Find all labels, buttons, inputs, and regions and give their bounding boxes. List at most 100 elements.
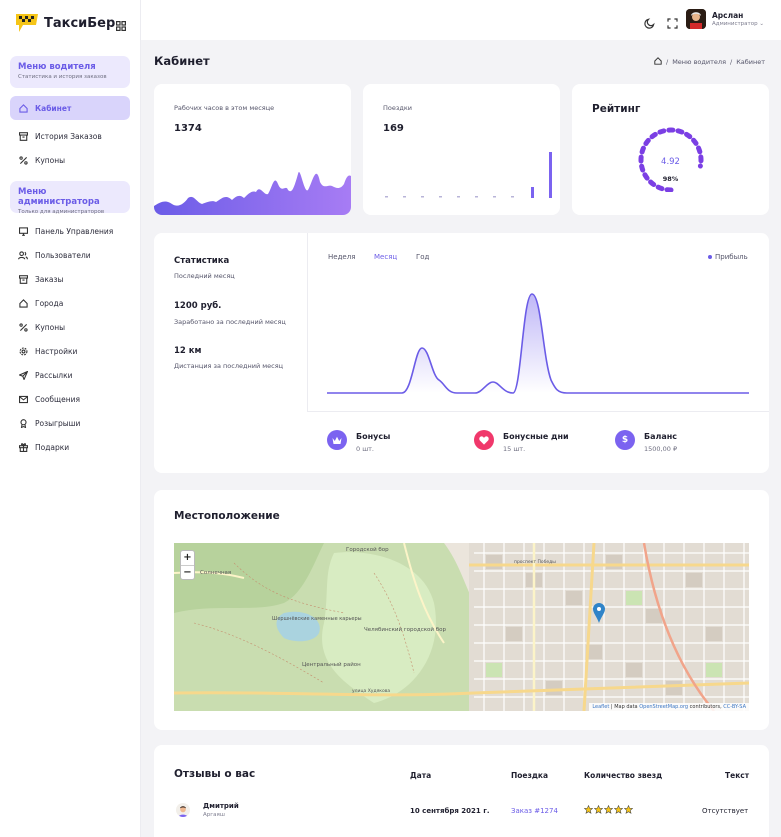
sidebar-item-label: Рассылки — [35, 370, 73, 380]
rating-percent: 98% — [662, 175, 679, 183]
statistics-card: Статистика Последний месяц 1200 руб. Зар… — [154, 233, 769, 473]
column-header-stars: Количество звезд — [584, 771, 663, 780]
legend-label: Прибыль — [715, 253, 748, 261]
tab-week[interactable]: Неделя — [328, 253, 355, 261]
reviewer-city: Аргаяш — [203, 812, 225, 818]
map-label: Шершнёвские каменные карьеры — [272, 616, 362, 622]
moon-icon[interactable] — [644, 14, 655, 29]
sidebar-item-label: Кабинет — [35, 103, 72, 113]
tab-month[interactable]: Месяц — [374, 253, 397, 261]
attribution-text: | Map data — [609, 704, 640, 710]
admin-menu-subtitle: Только для администраторов — [18, 209, 105, 215]
divider — [307, 411, 769, 412]
license-link[interactable]: CC-BY-SA — [723, 704, 746, 710]
bonuses-feature[interactable]: Бонусы 0 шт. — [327, 430, 390, 453]
leaflet-link[interactable]: Leaflet — [592, 704, 609, 710]
sidebar-item-orders[interactable]: Заказы — [10, 269, 130, 289]
sidebar-item-label: Подарки — [35, 442, 70, 452]
sidebar-item-users[interactable]: Пользователи — [10, 245, 130, 265]
chart-legend: Прибыль — [708, 253, 748, 261]
review-trip-link[interactable]: Заказ #1274 — [511, 807, 558, 815]
crown-icon — [327, 430, 347, 450]
sidebar-item-coupons[interactable]: Купоны — [10, 150, 130, 170]
grid-menu-icon[interactable] — [116, 16, 127, 32]
sidebar-item-mailings[interactable]: Рассылки — [10, 365, 130, 385]
sidebar-item-admin-coupons[interactable]: Купоны — [10, 317, 130, 337]
feature-sub: 15 шт. — [503, 445, 526, 453]
sidebar-item-settings[interactable]: Настройки — [10, 341, 130, 361]
dollar-icon: $ — [615, 430, 635, 450]
user-name[interactable]: Арслан — [712, 11, 743, 20]
star-icon — [614, 805, 623, 814]
avatar — [176, 803, 190, 817]
breadcrumb: / Меню водителя / Кабинет — [654, 57, 765, 67]
sidebar: ТаксиБер Меню водителя Статистика и исто… — [0, 0, 141, 837]
profit-chart — [327, 293, 749, 394]
home-icon[interactable] — [654, 57, 662, 67]
attribution-text: contributors, — [688, 704, 724, 710]
feature-title: Баланс — [644, 432, 678, 441]
star-icon — [594, 805, 603, 814]
hours-value: 1374 — [174, 123, 202, 134]
trips-value: 169 — [383, 123, 404, 134]
hours-card: Рабочих часов в этом месяце 1374 — [154, 84, 351, 215]
sidebar-item-label: Купоны — [35, 155, 66, 165]
send-icon — [18, 370, 28, 380]
sidebar-item-label: Пользователи — [35, 250, 91, 260]
percent-icon — [18, 155, 28, 165]
fullscreen-icon[interactable] — [667, 14, 678, 29]
feature-title: Бонусы — [356, 432, 391, 441]
sidebar-item-gifts[interactable]: Подарки — [10, 437, 130, 457]
column-header-trip: Поездка — [511, 771, 549, 780]
divider — [307, 233, 308, 411]
map[interactable]: Городской бор Солнечная Шершнёвские каме… — [174, 543, 749, 711]
driver-menu-title: Меню водителя — [18, 62, 96, 72]
mail-icon — [18, 394, 28, 404]
zoom-in-button[interactable]: + — [181, 551, 194, 565]
star-icon — [604, 805, 613, 814]
sidebar-item-label: Настройки — [35, 346, 78, 356]
map-label: проспект Победы — [514, 559, 556, 565]
rating-card: Рейтинг 4.92 98% — [572, 84, 769, 215]
distance-label: Дистанция за последний месяц — [174, 362, 284, 370]
home-icon — [18, 298, 28, 308]
sidebar-item-messages[interactable]: Сообщения — [10, 389, 130, 409]
sidebar-item-dashboard[interactable]: Панель Управления — [10, 221, 130, 241]
map-label: Челябинский городской бор — [364, 626, 446, 633]
percent-icon — [18, 322, 28, 332]
gear-icon — [18, 346, 28, 356]
osm-link[interactable]: OpenStreetMap.org — [639, 704, 688, 710]
review-stars — [584, 805, 633, 814]
map-label: Солнечная — [200, 570, 231, 576]
tab-year[interactable]: Год — [416, 253, 429, 261]
award-icon — [18, 418, 28, 428]
sidebar-item-order-history[interactable]: История Заказов — [10, 126, 130, 146]
distance-value: 12 км — [174, 346, 202, 356]
breadcrumb-parent[interactable]: Меню водителя — [672, 58, 726, 66]
sidebar-item-giveaways[interactable]: Розыгрыши — [10, 413, 130, 433]
stats-title: Статистика — [174, 256, 230, 266]
sidebar-item-cabinet[interactable]: Кабинет — [10, 96, 130, 120]
reviews-card: Отзывы о вас Дата Поездка Количество зве… — [154, 745, 769, 837]
admin-menu-header: Меню администратора Только для администр… — [10, 181, 130, 215]
user-role[interactable]: Администратор ⌄ — [712, 21, 764, 27]
bonus-days-feature[interactable]: Бонусные дни 15 шт. — [474, 430, 569, 453]
map-zoom-controls: + − — [180, 550, 195, 580]
feature-title: Бонусные дни — [503, 432, 569, 441]
zoom-out-button[interactable]: − — [181, 565, 194, 579]
balance-feature[interactable]: $ Баланс 1500,00 ₽ — [615, 430, 677, 453]
topbar: Арслан Администратор ⌄ — [141, 0, 781, 40]
map-tiles: Городской бор Солнечная Шершнёвские каме… — [174, 543, 749, 711]
page-title: Кабинет — [154, 54, 210, 68]
rating-title: Рейтинг — [592, 103, 641, 115]
home-icon — [18, 103, 28, 113]
brand[interactable]: ТаксиБер — [14, 12, 115, 34]
taxi-logo-icon — [14, 12, 40, 34]
driver-menu-header: Меню водителя Статистика и история заказ… — [10, 56, 130, 88]
sidebar-item-cities[interactable]: Города — [10, 293, 130, 313]
earned-value: 1200 руб. — [174, 301, 222, 311]
location-title: Местоположение — [174, 510, 280, 522]
reviewer-name: Дмитрий — [203, 802, 239, 810]
hours-sparkline — [154, 171, 351, 215]
avatar[interactable] — [686, 9, 706, 29]
